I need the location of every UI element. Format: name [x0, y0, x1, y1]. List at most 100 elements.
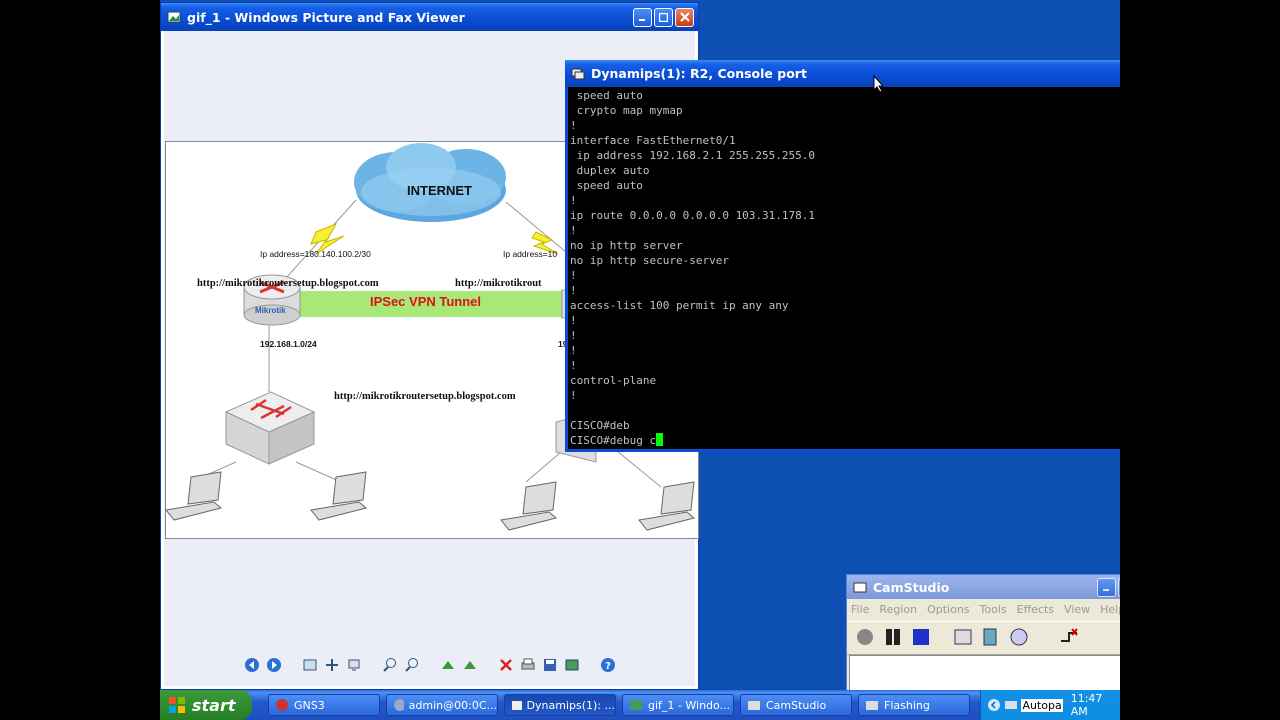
laptop-icon	[500, 481, 558, 531]
stop-button[interactable]	[911, 627, 931, 650]
next-icon	[266, 658, 281, 672]
terminal-line: ip address 192.168.2.1 255.255.255.0	[570, 149, 816, 162]
camstudio-icon	[748, 701, 760, 710]
delete-button[interactable]	[498, 657, 514, 673]
terminal-line: access-list 100 permit ip any any	[570, 299, 789, 312]
terminal-output[interactable]: speed auto crypto map mymap! interface Fa…	[568, 87, 1120, 449]
camstudio-minimize-button[interactable]	[1097, 577, 1116, 597]
tray-chevron-icon[interactable]	[987, 698, 1000, 712]
tunnel-label: IPSec VPN Tunnel	[370, 294, 482, 309]
viewer-title: gif_1 - Windows Picture and Fax Viewer	[187, 9, 465, 25]
terminal-cursor	[656, 433, 664, 446]
terminal-line: no ip http secure-server	[570, 254, 729, 267]
terminal-line: !	[570, 224, 577, 237]
toolbar-spacer	[426, 657, 434, 673]
toolbar-spacer	[484, 657, 492, 673]
edit-button[interactable]	[564, 657, 580, 673]
terminal-line: control-plane	[570, 374, 657, 387]
taskbar: start GNS3 admin@00:0C... Dynamips(1): .…	[160, 690, 1120, 720]
gns3-icon	[276, 699, 288, 711]
system-tray: Autopa 11:47 AM	[980, 690, 1120, 720]
maximize-button[interactable]	[654, 7, 673, 27]
edit-icon	[565, 659, 578, 671]
terminal-line: !	[570, 284, 577, 297]
previous-image-button[interactable]	[244, 657, 260, 673]
close-button[interactable]	[675, 7, 694, 27]
actual-size-button[interactable]	[324, 657, 340, 673]
folder-icon	[866, 701, 878, 710]
console-title-bar[interactable]: Dynamips(1): R2, Console port	[565, 60, 1120, 87]
task-dynamips[interactable]: Dynamips(1): ...	[504, 694, 616, 716]
start-button[interactable]: start	[160, 690, 252, 720]
print-button[interactable]	[520, 657, 536, 673]
picture-viewer-icon	[167, 11, 181, 23]
delete-icon	[499, 659, 512, 671]
console-icon	[571, 68, 585, 79]
best-fit-icon	[303, 659, 316, 671]
task-gns3[interactable]: GNS3	[268, 694, 380, 716]
task-gif-viewer[interactable]: gif_1 - Windo...	[622, 694, 734, 716]
rotate-clockwise-button[interactable]	[440, 657, 456, 673]
minimize-button[interactable]	[633, 7, 652, 27]
console-window[interactable]: Dynamips(1): R2, Console port speed auto…	[565, 60, 1120, 452]
swf-button[interactable]	[1009, 627, 1029, 650]
save-button[interactable]	[542, 657, 558, 673]
camstudio-icon	[853, 582, 867, 593]
terminal-line: !	[570, 344, 577, 357]
picture-viewer-icon	[630, 700, 642, 710]
mouse-pointer-icon	[873, 75, 885, 93]
ip-address-right: Ip address=10	[503, 249, 558, 259]
menu-tools[interactable]: Tools	[980, 603, 1007, 616]
ip-address-left: Ip address=180.140.100.2/30	[260, 249, 371, 259]
desktop: gif_1 - Windows Picture and Fax Viewer I…	[160, 0, 1120, 720]
menu-view[interactable]: View	[1064, 603, 1090, 616]
region-button[interactable]	[953, 627, 973, 650]
camstudio-maximize-button[interactable]	[1118, 577, 1120, 597]
rotate-counterclockwise-icon	[463, 661, 476, 669]
menu-help[interactable]: Help	[1100, 603, 1120, 616]
terminal-line: !	[570, 359, 577, 372]
toolbar-spacer	[368, 657, 376, 673]
camstudio-toolbar	[847, 621, 1120, 655]
slideshow-button[interactable]	[346, 657, 362, 673]
terminal-line: speed auto	[570, 179, 643, 192]
terminal-line: !	[570, 329, 577, 342]
terminal-icon	[394, 699, 404, 711]
record-button[interactable]	[855, 627, 875, 650]
previous-icon	[244, 658, 259, 672]
rotate-clockwise-icon	[441, 661, 454, 669]
terminal-prompt-line[interactable]: CISCO#debug c	[570, 433, 1120, 448]
console-title: Dynamips(1): R2, Console port	[591, 66, 807, 81]
rotate-counterclockwise-button[interactable]	[462, 657, 478, 673]
subnet-left: 192.168.1.0/24	[260, 339, 317, 349]
zoom-out-button[interactable]	[404, 657, 420, 673]
console-icon	[512, 701, 522, 710]
menu-file[interactable]: File	[851, 603, 869, 616]
annotate-button[interactable]	[981, 627, 1001, 650]
task-camstudio[interactable]: CamStudio	[740, 694, 852, 716]
terminal-line: !	[570, 269, 577, 282]
task-flashing[interactable]: Flashing	[858, 694, 970, 716]
best-fit-button[interactable]	[302, 657, 318, 673]
menu-options[interactable]: Options	[927, 603, 969, 616]
toolbar-spacer	[586, 657, 594, 673]
viewer-title-bar[interactable]: gif_1 - Windows Picture and Fax Viewer	[161, 3, 698, 31]
start-label: start	[192, 695, 236, 715]
swf-icon	[1010, 628, 1028, 645]
print-icon	[521, 658, 534, 670]
autopan-button[interactable]	[1059, 627, 1079, 650]
pause-button[interactable]	[883, 627, 903, 650]
zoom-in-button[interactable]	[382, 657, 398, 673]
autopan-icon	[1061, 627, 1078, 642]
next-image-button[interactable]	[266, 657, 282, 673]
terminal-line: !	[570, 314, 577, 327]
help-button[interactable]: ?	[600, 657, 616, 673]
network-icon[interactable]	[1004, 698, 1018, 712]
task-admin[interactable]: admin@00:0C...	[386, 694, 498, 716]
terminal-line: no ip http server	[570, 239, 683, 252]
annotate-icon	[983, 628, 997, 645]
camstudio-title-bar[interactable]: CamStudio	[847, 575, 1120, 599]
menu-region[interactable]: Region	[879, 603, 917, 616]
menu-effects[interactable]: Effects	[1017, 603, 1054, 616]
